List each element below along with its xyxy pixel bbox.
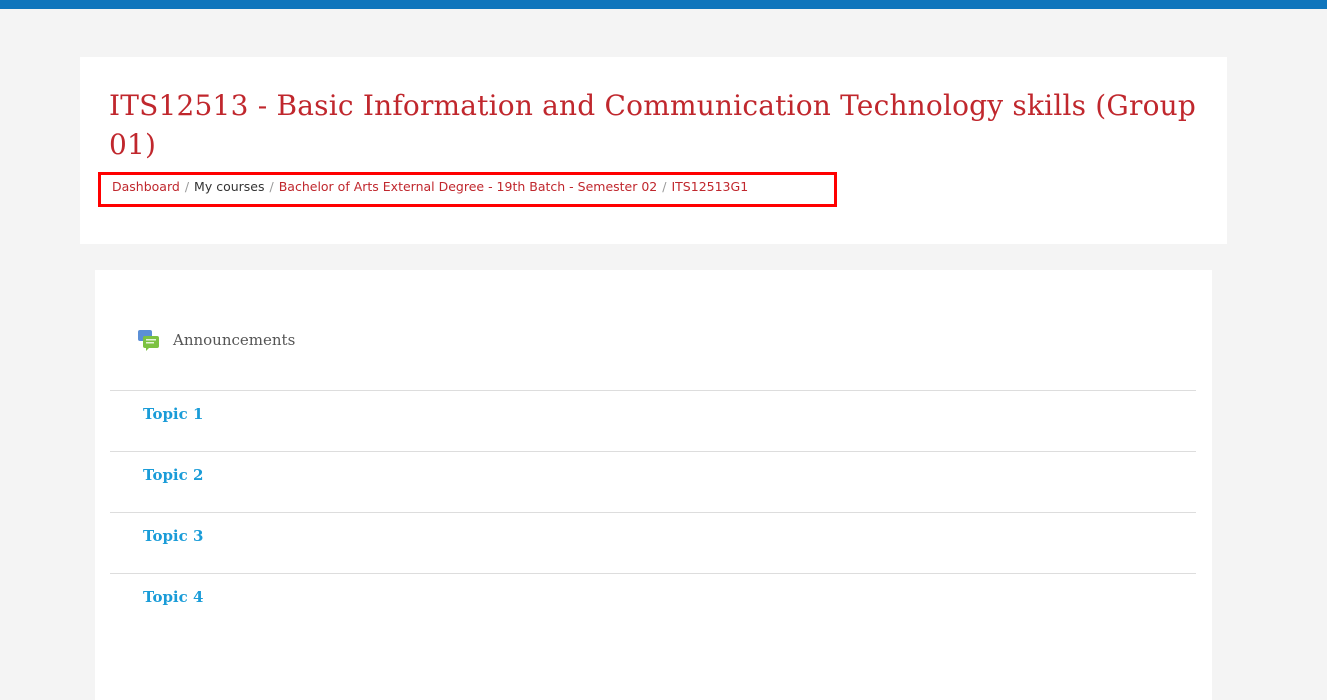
announcements-label: Announcements: [173, 331, 296, 349]
top-accent-bar: [0, 0, 1327, 9]
topic-section: Topic 1: [110, 390, 1196, 451]
breadcrumb-separator: /: [269, 179, 274, 194]
page-header: ITS12513 - Basic Information and Communi…: [80, 57, 1227, 244]
breadcrumb-dashboard-link[interactable]: Dashboard: [112, 179, 180, 194]
topic-2-link[interactable]: Topic 2: [143, 466, 203, 484]
breadcrumb-my-courses: My courses: [194, 179, 265, 194]
forum-icon: [137, 328, 161, 352]
breadcrumb-separator: /: [662, 179, 667, 194]
topic-section: Topic 2: [110, 451, 1196, 512]
page-title: ITS12513 - Basic Information and Communi…: [109, 89, 1196, 161]
topic-4-link[interactable]: Topic 4: [143, 588, 203, 606]
topic-1-link[interactable]: Topic 1: [143, 405, 203, 423]
topic-list: Topic 1 Topic 2 Topic 3 Topic 4: [110, 390, 1196, 634]
breadcrumb: Dashboard / My courses / Bachelor of Arts Ex…: [98, 172, 837, 207]
course-content: Announcements Topic 1 Topic 2 Topic 3 To…: [95, 270, 1212, 700]
breadcrumb-separator: /: [184, 179, 190, 194]
breadcrumb-course-link[interactable]: ITS12513G1: [671, 179, 748, 194]
topic-section: Topic 3: [110, 512, 1196, 573]
topic-3-link[interactable]: Topic 3: [143, 527, 203, 545]
announcements-link[interactable]: Announcements: [137, 328, 295, 352]
breadcrumb-program-link[interactable]: Bachelor of Arts External Degree - 19th …: [279, 179, 658, 194]
topic-section: Topic 4: [110, 573, 1196, 634]
